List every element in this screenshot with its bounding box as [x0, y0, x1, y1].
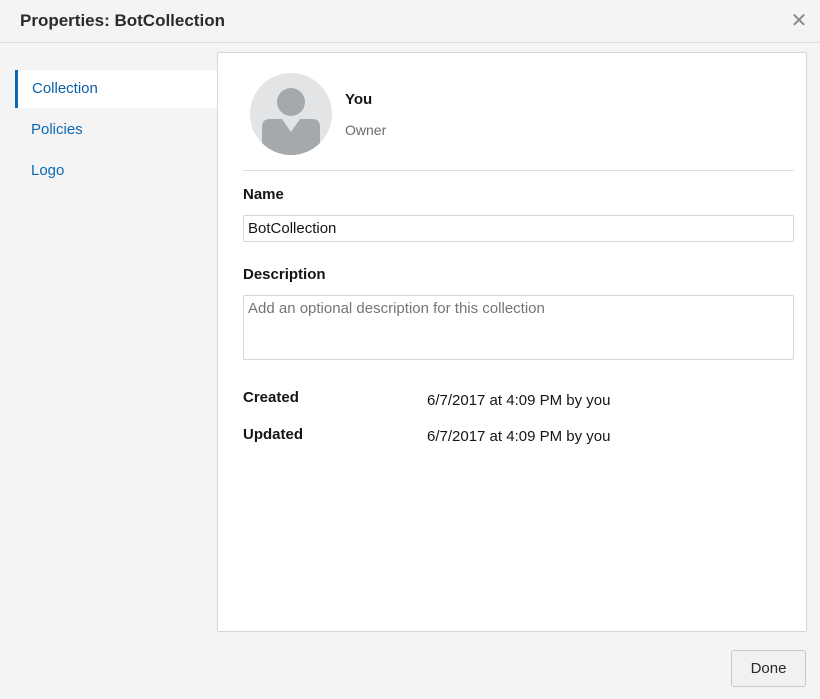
owner-role: Owner: [345, 122, 387, 138]
name-input[interactable]: [243, 215, 794, 242]
user-avatar-icon: [250, 73, 332, 155]
description-textarea[interactable]: [243, 295, 794, 360]
created-label: Created: [243, 389, 299, 406]
name-label: Name: [243, 186, 284, 203]
divider: [243, 170, 794, 171]
dialog-title: Properties: BotCollection: [20, 11, 225, 30]
updated-label: Updated: [243, 426, 303, 443]
sidebar-item-collection[interactable]: Collection: [15, 70, 218, 108]
updated-value: 6/7/2017 at 4:09 PM by you: [427, 428, 611, 445]
properties-panel: You Owner Name Description Created 6/7/2…: [217, 52, 807, 632]
dialog-titlebar: Properties: BotCollection ✕: [0, 0, 820, 43]
owner-name: You: [345, 91, 373, 108]
description-label: Description: [243, 266, 326, 283]
sidebar-item-logo[interactable]: Logo: [15, 152, 218, 190]
done-button[interactable]: Done: [731, 650, 806, 687]
sidebar-item-policies[interactable]: Policies: [15, 111, 218, 149]
close-icon[interactable]: ✕: [788, 10, 810, 32]
sidebar-nav: Collection Policies Logo: [0, 43, 218, 643]
created-value: 6/7/2017 at 4:09 PM by you: [427, 392, 611, 409]
